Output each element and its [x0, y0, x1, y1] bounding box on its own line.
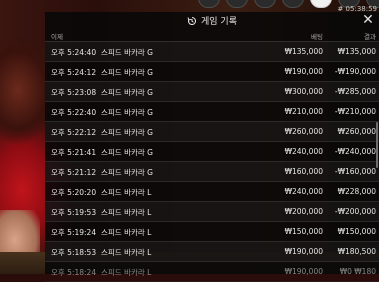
- row-result: -₩285,000: [334, 87, 376, 96]
- chip-button[interactable]: [198, 0, 220, 8]
- row-bet: ₩160,000: [284, 167, 323, 176]
- row-result: -₩200,000: [334, 207, 376, 216]
- row-bet: ₩260,000: [284, 127, 323, 136]
- row-bet: ₩135,000: [284, 47, 323, 56]
- history-row[interactable]: 오후 5:22:12 스피드 바카라 G ₩260,000 ₩260,000: [45, 122, 379, 142]
- history-row[interactable]: 오후 5:24:40 스피드 바카라 G ₩135,000 ₩135,000: [45, 42, 379, 62]
- row-game: 스피드 바카라 G: [101, 128, 153, 137]
- history-row[interactable]: 오후 5:22:40 스피드 바카라 G ₩210,000 -₩210,000: [45, 102, 379, 122]
- row-bet: ₩150,000: [284, 227, 323, 236]
- row-result: ₩0 ₩180: [339, 267, 376, 276]
- row-time: 오후 5:19:53: [51, 208, 97, 217]
- row-bet: ₩200,000: [284, 207, 323, 216]
- chip-button[interactable]: [282, 0, 304, 8]
- row-bet: ₩190,000: [284, 67, 323, 76]
- history-row[interactable]: 오후 5:18:24 스피드 바카라 L ₩190,000 ₩0 ₩180: [45, 262, 379, 282]
- row-result: ₩180,500: [337, 247, 376, 256]
- column-bet: 베팅: [311, 33, 323, 41]
- history-row[interactable]: 오후 5:19:24 스피드 바카라 L ₩150,000 ₩150,000: [45, 222, 379, 242]
- row-game: 스피드 바카라 L: [101, 188, 152, 197]
- close-button[interactable]: ✕: [361, 13, 375, 27]
- row-result: -₩160,000: [334, 167, 376, 176]
- chip-button[interactable]: [254, 0, 276, 8]
- panel-title: 게임 기록: [201, 17, 237, 27]
- history-row[interactable]: 오후 5:23:08 스피드 바카라 G ₩300,000 -₩285,000: [45, 82, 379, 102]
- row-game: 스피드 바카라 G: [101, 88, 153, 97]
- row-time: 오후 5:21:12: [51, 168, 97, 177]
- chip-button[interactable]: [226, 0, 248, 8]
- row-game: 스피드 바카라 L: [101, 248, 152, 257]
- row-bet: ₩210,000: [284, 107, 323, 116]
- row-game: 스피드 바카라 L: [101, 228, 152, 237]
- row-result: ₩150,000: [337, 227, 376, 236]
- row-game: 스피드 바카라 G: [101, 68, 153, 77]
- history-row[interactable]: 오후 5:21:41 스피드 바카라 G ₩240,000 -₩240,000: [45, 142, 379, 162]
- row-result: ₩228,000: [337, 187, 376, 196]
- row-time: 오후 5:21:41: [51, 148, 97, 157]
- row-time: 오후 5:24:40: [51, 48, 97, 57]
- row-result: ₩260,000: [337, 127, 376, 136]
- row-time: 오후 5:24:12: [51, 68, 97, 77]
- row-time: 오후 5:22:12: [51, 128, 97, 137]
- history-row[interactable]: 오후 5:19:53 스피드 바카라 L ₩200,000 -₩200,000: [45, 202, 379, 222]
- history-row[interactable]: 오후 5:24:12 스피드 바카라 G ₩190,000 -₩190,000: [45, 62, 379, 82]
- history-row[interactable]: 오후 5:21:12 스피드 바카라 G ₩160,000 -₩160,000: [45, 162, 379, 182]
- history-list: 오후 5:24:40 스피드 바카라 G ₩135,000 ₩135,000 오…: [45, 42, 379, 282]
- row-bet: ₩300,000: [284, 87, 323, 96]
- row-bet: ₩190,000: [284, 267, 323, 276]
- row-game: 스피드 바카라 G: [101, 108, 153, 117]
- column-result: 결과: [364, 33, 376, 41]
- row-result: -₩190,000: [334, 67, 376, 76]
- history-row[interactable]: 오후 5:20:20 스피드 바카라 L ₩240,000 ₩228,000: [45, 182, 379, 202]
- row-result: -₩210,000: [334, 107, 376, 116]
- row-game: 스피드 바카라 L: [101, 208, 152, 217]
- row-game: 스피드 바카라 G: [101, 168, 153, 177]
- row-time: 오후 5:18:53: [51, 248, 97, 257]
- row-time: 오후 5:18:24: [51, 268, 97, 277]
- column-header: 이제 베팅 결과: [45, 29, 379, 42]
- row-game: 스피드 바카라 G: [101, 48, 153, 57]
- row-bet: ₩190,000: [284, 247, 323, 256]
- row-game: 스피드 바카라 G: [101, 148, 153, 157]
- history-icon: [187, 16, 196, 25]
- row-time: 오후 5:22:40: [51, 108, 97, 117]
- scrollbar-thumb[interactable]: [376, 122, 378, 168]
- row-bet: ₩240,000: [284, 187, 323, 196]
- row-result: -₩240,000: [334, 147, 376, 156]
- chip-button-selected[interactable]: [310, 0, 332, 8]
- game-history-panel: 게임 기록 ✕ 이제 베팅 결과 오후 5:24:40 스피드 바카라 G ₩1…: [45, 12, 379, 282]
- row-time: 오후 5:23:08: [51, 88, 97, 97]
- column-time: 이제: [51, 33, 63, 41]
- history-row[interactable]: 오후 5:18:53 스피드 바카라 L ₩190,000 ₩180,500: [45, 242, 379, 262]
- panel-header: 게임 기록 ✕: [45, 12, 379, 29]
- row-game: 스피드 바카라 L: [101, 268, 152, 277]
- row-time: 오후 5:19:24: [51, 228, 97, 237]
- row-bet: ₩240,000: [284, 147, 323, 156]
- row-time: 오후 5:20:20: [51, 188, 97, 197]
- row-result: ₩135,000: [337, 47, 376, 56]
